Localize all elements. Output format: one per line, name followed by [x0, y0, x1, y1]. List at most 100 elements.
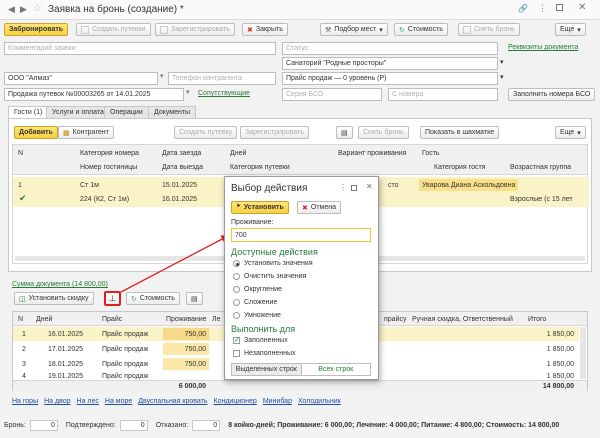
cost-label: Стоимость — [407, 26, 443, 33]
cancel-button[interactable]: ✖ Отмена — [297, 201, 341, 214]
install-button[interactable]: ⯈ Установить — [231, 201, 289, 214]
print-button[interactable]: ▤ — [336, 126, 353, 139]
value-input[interactable]: 700 — [231, 228, 371, 242]
close-icon[interactable]: ✕ — [366, 182, 373, 191]
restore-icon[interactable] — [351, 185, 357, 191]
header-voucher-category: Категория путевки — [230, 163, 290, 171]
selected-rows-option[interactable]: Выделенных строк — [232, 364, 302, 375]
fill-bso-button[interactable]: Заполнить номера БСО — [508, 88, 596, 101]
all-rows-option[interactable]: Всех строк — [301, 364, 370, 375]
more-vert-icon[interactable]: ⋮ — [339, 183, 347, 192]
selection-icon: ⚒ — [325, 26, 332, 34]
feature-link[interactable]: На море — [105, 398, 132, 405]
feature-link[interactable]: На горы — [12, 398, 38, 405]
close-button[interactable]: ✖ Закрыть — [242, 23, 288, 36]
more-label: Еще — [560, 26, 575, 33]
group-edit-icon: ⊥ — [109, 294, 116, 303]
svc-row-total: 1 850,00 — [546, 330, 574, 338]
sale-doc-select[interactable]: Продажа путевок №00003265 от 14.01.2025 — [4, 88, 184, 101]
feature-link[interactable]: Минибар — [263, 398, 292, 405]
svc-row-price: Прайс продаж — [102, 372, 149, 380]
feature-link[interactable]: Двуспальная кровать — [138, 398, 207, 405]
services-cost-button[interactable]: ↻ Стоимость — [126, 292, 180, 305]
status-input[interactable]: Статус — [282, 42, 498, 55]
feature-link[interactable]: На лес — [77, 398, 99, 405]
checkbox-unfilled[interactable]: Незаполненных — [233, 347, 296, 360]
sanatorium-select[interactable]: Санаторий "Родные просторы" — [282, 57, 498, 70]
scrollbar-vertical[interactable] — [580, 327, 586, 379]
radio-rounding-indicator — [233, 286, 240, 293]
forward-icon[interactable]: ▶ — [20, 4, 27, 15]
organization-open-icon[interactable]: ▾ — [160, 72, 164, 80]
sanatorium-value: Санаторий "Родные просторы" — [286, 60, 387, 67]
checkbox-filled[interactable]: ✓ Заполненных — [233, 334, 296, 347]
tab-guests-label: Гости (1) — [14, 109, 43, 116]
show-chess-button[interactable]: Показать в шахматке — [420, 126, 500, 139]
feature-link[interactable]: На двор — [44, 398, 70, 405]
rows-scope-toggle: Выделенных строк Всех строк — [231, 363, 371, 376]
counterparty-button[interactable]: ▦ Контрагент — [58, 126, 114, 139]
bso-number-input[interactable]: С номера — [388, 88, 498, 101]
services-print-button[interactable]: ▤ — [186, 292, 203, 305]
counterparty-label: Контрагент — [72, 129, 109, 136]
feature-link[interactable]: Кондиционер — [214, 398, 257, 405]
unbook-guest-button[interactable]: Снять бронь — [358, 126, 409, 139]
sanatorium-chevron-icon[interactable]: ▾ — [500, 58, 504, 66]
sale-doc-open-icon[interactable]: ▾ — [186, 88, 190, 96]
create-vouchers-button[interactable]: Создать путевки — [76, 23, 151, 36]
back-icon[interactable]: ◀ — [8, 4, 15, 15]
cost-button[interactable]: ↻ Стоимость — [394, 23, 448, 36]
bso-series-input[interactable]: Серия БСО — [282, 88, 382, 101]
play-icon: ⯈ — [236, 204, 241, 210]
tab-documents-label: Документы — [154, 109, 191, 116]
checkbox-filled-box: ✓ — [233, 337, 240, 344]
group-edit-button[interactable]: ⊥ — [104, 291, 121, 306]
print-icon: ▤ — [191, 295, 198, 303]
value-input-text: 700 — [235, 231, 247, 239]
coworkers-link[interactable]: Сопутствующие — [198, 90, 250, 97]
document-sum-link[interactable]: Сумма документа (14 800,00) — [12, 281, 108, 288]
register-guest-button[interactable]: Зарегистрировать — [240, 126, 309, 139]
chevron-down-icon: ▾ — [577, 26, 581, 34]
restore-icon[interactable] — [556, 4, 563, 11]
feature-link[interactable]: Холодильник — [298, 398, 341, 405]
price-type-chevron-icon[interactable]: ▾ — [500, 73, 504, 81]
radio-clear-values[interactable]: Очистить значения — [233, 270, 313, 283]
price-type-value: Прайс продаж — 0 уровень (Р) — [286, 75, 387, 82]
svc-header-stay: Проживание — [166, 315, 207, 323]
radio-set-values[interactable]: Установить значения — [233, 257, 313, 270]
favorite-icon[interactable]: ☆ — [33, 3, 42, 14]
register-button[interactable]: Зарегистрировать — [155, 23, 235, 36]
radio-multiplication[interactable]: Умножение — [233, 309, 313, 322]
selection-button[interactable]: ⚒ Подбор мест ▾ — [320, 23, 388, 36]
more-vert-icon[interactable]: ⋮ — [538, 3, 547, 14]
doc-details-link[interactable]: Реквизиты документа — [508, 44, 578, 51]
price-type-select[interactable]: Прайс продаж — 0 уровень (Р) — [282, 72, 498, 85]
header-days: Дней — [230, 149, 247, 157]
guests-more-button[interactable]: Еще ▾ — [555, 126, 586, 139]
cancel-icon: ✖ — [302, 204, 308, 212]
radio-addition[interactable]: Сложение — [233, 296, 313, 309]
create-voucher-button[interactable]: Создать путевку — [174, 126, 238, 139]
reserve-button[interactable]: Забронировать — [4, 23, 69, 36]
set-discount-button[interactable]: ◫ Установить скидку — [14, 292, 94, 305]
unbook-button[interactable]: Снять бронь — [458, 23, 520, 36]
install-label: Установить — [243, 204, 284, 211]
add-guest-button[interactable]: Добавить — [14, 126, 58, 139]
link-icon[interactable]: 🔗 — [518, 4, 528, 13]
organization-select[interactable]: ООО "Алмаз" — [4, 72, 158, 85]
svc-row-stay: 750,00 — [163, 343, 209, 355]
svc-header-manual-discount: Ручная скидка, Ответственный — [412, 315, 513, 323]
radio-addition-indicator — [233, 299, 240, 306]
services-footer: 6 000,00 14 800,00 — [13, 380, 587, 391]
svc-header-total: Итого — [528, 315, 547, 323]
refresh-icon: ↻ — [399, 26, 405, 34]
phone-input[interactable]: Телефон контрагента — [168, 72, 276, 85]
close-window-icon[interactable]: ✕ — [578, 2, 586, 13]
confirmed-field: 0 — [119, 419, 148, 431]
svc-row-stay: 750,00 — [163, 328, 209, 340]
refused-label: Отказано: — [155, 421, 189, 429]
comment-input[interactable]: Комментарий заявки — [4, 42, 276, 55]
radio-rounding[interactable]: Округление — [233, 283, 313, 296]
more-button[interactable]: Еще ▾ — [555, 23, 586, 36]
